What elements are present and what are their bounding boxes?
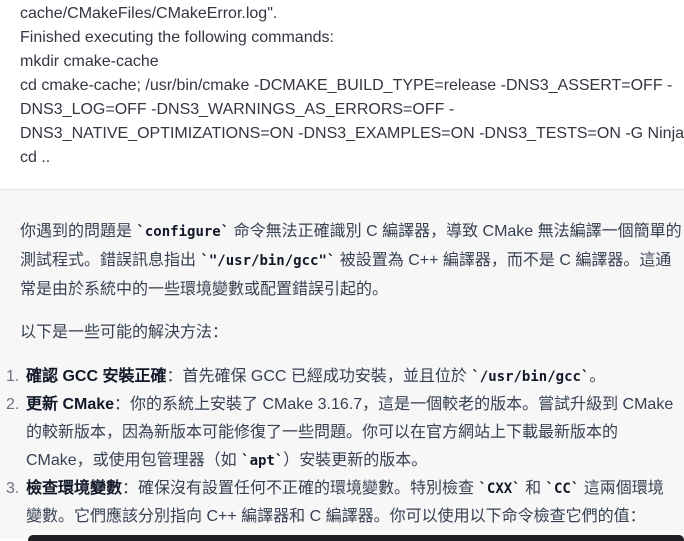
list-number: 3. bbox=[6, 480, 20, 497]
item-title: 更新 CMake bbox=[26, 396, 115, 413]
item-line: 變數。它們應該分別指向 C++ 編譯器和 C 編譯器。你可以使用以下命令檢查它們… bbox=[26, 508, 646, 525]
text: 。 bbox=[589, 368, 606, 385]
list-item: 2. 更新 CMake：你的系統上安裝了 CMake 3.16.7，這是一個較老… bbox=[6, 391, 674, 475]
code-block-edge bbox=[28, 535, 684, 541]
text: 你遇到的問題是 bbox=[20, 223, 137, 240]
user-line: DNS3_NATIVE_OPTIMIZATIONS=ON -DNS3_EXAMP… bbox=[20, 125, 684, 142]
text: 命令無法正確識別 C 編譯器，導致 CMake 無法編譯一個簡單的 bbox=[229, 223, 682, 240]
inline-code: `configure` bbox=[136, 224, 230, 240]
text: 和 bbox=[520, 480, 546, 497]
list-item: 3. 檢查環境變數：確保沒有設置任何不正確的環境變數。特別檢查 `CXX` 和 … bbox=[6, 475, 672, 531]
intro-paragraph: 你遇到的問題是 `configure` 命令無法正確識別 C 編譯器，導致 CM… bbox=[20, 217, 682, 304]
user-line: cache/CMakeFiles/CMakeError.log". bbox=[20, 5, 278, 22]
text: ：首先確保 GCC 已經成功安裝，並且位於 bbox=[166, 368, 472, 385]
user-line: cd .. bbox=[20, 149, 51, 166]
inline-code: `CC` bbox=[545, 481, 580, 497]
item-line: 檢查環境變數：確保沒有設置任何不正確的環境變數。特別檢查 `CXX` 和 `CC… bbox=[26, 475, 672, 503]
intro-line: 你遇到的問題是 `configure` 命令無法正確識別 C 編譯器，導致 CM… bbox=[20, 217, 682, 246]
item-line: 的較新版本，因為新版本可能修復了一些問題。你可以在官方網站上下載最新版本的 bbox=[26, 424, 619, 441]
inline-code: `"/usr/bin/gcc"` bbox=[200, 253, 336, 269]
item-title: 檢查環境變數 bbox=[26, 480, 123, 497]
heading-text: 以下是一些可能的解決方法： bbox=[20, 324, 229, 341]
intro-line: 常是由於系統中的一些環境變數或配置錯誤引起的。 bbox=[20, 281, 389, 298]
user-message: cache/CMakeFiles/CMakeError.log". Finish… bbox=[0, 0, 684, 190]
list-item: 1. 確認 GCC 安裝正確：首先確保 GCC 已經成功安裝，並且位於 `/us… bbox=[6, 363, 672, 391]
user-line: cd cmake-cache; /usr/bin/cmake -DCMAKE_B… bbox=[20, 77, 673, 94]
list-number: 2. bbox=[6, 396, 20, 413]
inline-code: `/usr/bin/gcc` bbox=[471, 369, 590, 385]
text: 測試程式。錯誤訊息指出 bbox=[20, 252, 201, 269]
text: ：你的系統上安裝了 CMake 3.16.7，這是一個較老的版本。嘗試升級到 C… bbox=[114, 396, 674, 413]
item-line: 更新 CMake：你的系統上安裝了 CMake 3.16.7，這是一個較老的版本… bbox=[26, 391, 674, 419]
inline-code: `CXX` bbox=[478, 481, 521, 497]
text: ）安裝更新的版本。 bbox=[283, 452, 428, 469]
item-title: 確認 GCC 安裝正確 bbox=[26, 368, 167, 385]
item-line: 確認 GCC 安裝正確：首先確保 GCC 已經成功安裝，並且位於 `/usr/b… bbox=[26, 363, 672, 391]
user-line: mkdir cmake-cache bbox=[20, 53, 159, 70]
intro-line: 測試程式。錯誤訊息指出 `"/usr/bin/gcc"` 被設置為 C++ 編譯… bbox=[20, 246, 672, 275]
assistant-message: 你遇到的問題是 `configure` 命令無法正確識別 C 編譯器，導致 CM… bbox=[0, 190, 684, 539]
user-line: DNS3_LOG=OFF -DNS3_WARNINGS_AS_ERRORS=OF… bbox=[20, 101, 455, 118]
item-line: CMake，或使用包管理器（如 `apt`）安裝更新的版本。 bbox=[26, 447, 672, 475]
user-line: Finished executing the following command… bbox=[20, 29, 334, 46]
solutions-heading: 以下是一些可能的解決方法： bbox=[20, 318, 672, 347]
text: CMake，或使用包管理器（如 bbox=[26, 452, 242, 469]
solutions-list: 1. 確認 GCC 安裝正確：首先確保 GCC 已經成功安裝，並且位於 `/us… bbox=[6, 363, 674, 531]
text: 這兩個環境 bbox=[579, 480, 664, 497]
text: 被設置為 C++ 編譯器，而不是 C 編譯器。這通 bbox=[335, 252, 672, 269]
text: ：確保沒有設置任何不正確的環境變數。特別檢查 bbox=[122, 480, 479, 497]
list-number: 1. bbox=[6, 368, 20, 385]
inline-code: `apt` bbox=[241, 453, 284, 469]
